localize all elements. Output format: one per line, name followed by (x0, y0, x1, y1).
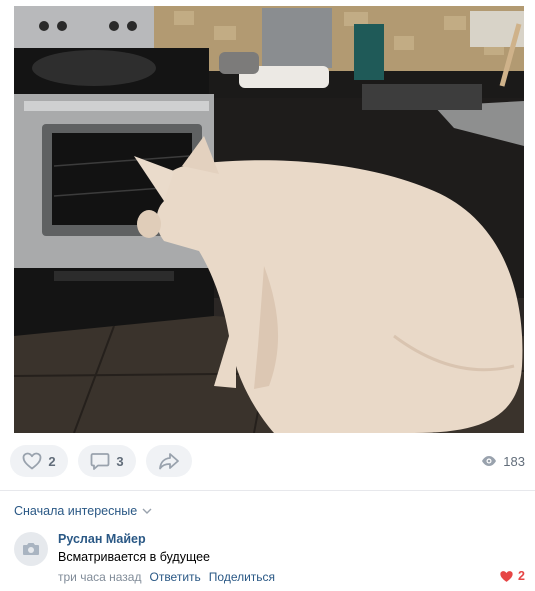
post-actions: 2 3 183 (10, 445, 525, 477)
pig-kitchen-image (14, 6, 524, 433)
comments-sort-dropdown[interactable]: Сначала интересные (14, 504, 152, 518)
views-counter: 183 (481, 445, 525, 477)
like-count: 2 (48, 453, 56, 469)
comment-author[interactable]: Руслан Майер (58, 532, 146, 546)
comment-time[interactable]: три часа назад (58, 570, 141, 584)
views-count: 183 (503, 453, 525, 469)
chevron-down-icon (142, 508, 152, 514)
sort-label: Сначала интересные (14, 504, 138, 518)
comment-text: Всматривается в будущее (58, 550, 211, 564)
comment-button[interactable]: 3 (78, 445, 136, 477)
reply-link[interactable]: Ответить (149, 570, 200, 584)
comment-item: Руслан Майер Всматривается в будущее три… (14, 530, 525, 586)
comment-count: 3 (116, 453, 124, 469)
heart-filled-icon (500, 570, 513, 582)
like-button[interactable]: 2 (10, 445, 68, 477)
camera-icon (23, 543, 39, 555)
post-photo[interactable] (14, 6, 524, 433)
comment-like-count: 2 (518, 569, 525, 583)
avatar[interactable] (14, 532, 48, 566)
comment-like-button[interactable]: 2 (499, 569, 525, 583)
heart-icon (22, 452, 42, 470)
eye-icon (482, 456, 497, 466)
comment-meta: три часа назад Ответить Поделиться (58, 570, 275, 584)
share-icon (159, 453, 179, 470)
share-link[interactable]: Поделиться (209, 570, 275, 584)
share-button[interactable] (146, 445, 192, 477)
divider (0, 490, 535, 491)
comment-icon (90, 453, 110, 470)
